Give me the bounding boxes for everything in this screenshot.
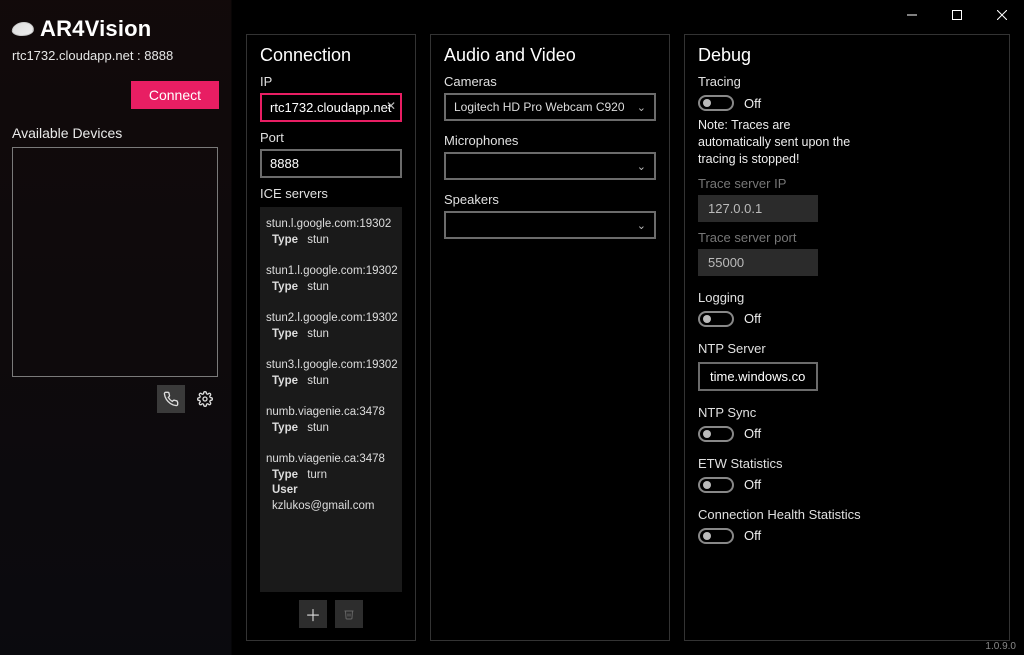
debug-panel: Debug Tracing Off Note: Traces are autom… xyxy=(684,34,1010,641)
main-content: Connection IP ✕ Port ICE servers stun.l.… xyxy=(232,0,1024,655)
ntp-sync-toggle[interactable] xyxy=(698,426,734,442)
ntp-sync-label: NTP Sync xyxy=(698,405,996,420)
ice-server-item[interactable]: numb.viagenie.ca:3478Type turnUser kzluk… xyxy=(266,452,396,514)
ip-input[interactable] xyxy=(260,93,402,122)
tracing-toggle[interactable] xyxy=(698,95,734,111)
debug-title: Debug xyxy=(698,45,996,66)
logging-label: Logging xyxy=(698,290,996,305)
etw-label: ETW Statistics xyxy=(698,456,996,471)
ice-server-item[interactable]: numb.viagenie.ca:3478Type stun xyxy=(266,405,396,436)
call-icon[interactable] xyxy=(157,385,185,413)
av-title: Audio and Video xyxy=(444,45,656,66)
chevron-down-icon: ⌄ xyxy=(637,160,646,173)
port-label: Port xyxy=(260,130,402,145)
logging-state: Off xyxy=(744,311,761,326)
app-title: AR4Vision xyxy=(40,16,151,42)
chs-state: Off xyxy=(744,528,761,543)
ice-server-item[interactable]: stun3.l.google.com:19302Type stun xyxy=(266,358,396,389)
tracing-note: Note: Traces are automatically sent upon… xyxy=(698,117,858,168)
logging-toggle[interactable] xyxy=(698,311,734,327)
cameras-label: Cameras xyxy=(444,74,656,89)
ntp-sync-state: Off xyxy=(744,426,761,441)
ntp-server-label: NTP Server xyxy=(698,341,996,356)
tracing-label: Tracing xyxy=(698,74,996,89)
app-logo-icon xyxy=(11,22,35,36)
server-subline: rtc1732.cloudapp.net : 8888 xyxy=(12,48,219,63)
connection-title: Connection xyxy=(260,45,402,66)
ice-server-item[interactable]: stun2.l.google.com:19302Type stun xyxy=(266,311,396,342)
etw-state: Off xyxy=(744,477,761,492)
etw-toggle[interactable] xyxy=(698,477,734,493)
ice-label: ICE servers xyxy=(260,186,402,201)
clear-icon[interactable]: ✕ xyxy=(386,99,396,113)
ip-label: IP xyxy=(260,74,402,89)
tracing-state: Off xyxy=(744,96,761,111)
chs-toggle[interactable] xyxy=(698,528,734,544)
available-devices-label: Available Devices xyxy=(12,125,219,141)
chs-label: Connection Health Statistics xyxy=(698,507,996,522)
connect-button[interactable]: Connect xyxy=(131,81,219,109)
window-controls xyxy=(889,0,1024,30)
ntp-server-input[interactable] xyxy=(698,362,818,391)
chevron-down-icon: ⌄ xyxy=(637,101,646,114)
speakers-label: Speakers xyxy=(444,192,656,207)
ice-server-item[interactable]: stun1.l.google.com:19302Type stun xyxy=(266,264,396,295)
trace-port-input[interactable] xyxy=(698,249,818,276)
trace-ip-label: Trace server IP xyxy=(698,176,996,191)
maximize-button[interactable] xyxy=(934,0,979,30)
ice-server-item[interactable]: stun.l.google.com:19302Type stun xyxy=(266,217,396,248)
sidebar: AR4Vision rtc1732.cloudapp.net : 8888 Co… xyxy=(0,0,232,655)
port-input[interactable] xyxy=(260,149,402,178)
ice-servers-list[interactable]: stun.l.google.com:19302Type stun stun1.l.… xyxy=(260,207,402,592)
audio-video-panel: Audio and Video Cameras Logitech HD Pro … xyxy=(430,34,670,641)
microphone-select[interactable]: ⌄ xyxy=(444,152,656,180)
close-button[interactable] xyxy=(979,0,1024,30)
camera-select[interactable]: Logitech HD Pro Webcam C920 ⌄ xyxy=(444,93,656,121)
connection-panel: Connection IP ✕ Port ICE servers stun.l.… xyxy=(246,34,416,641)
microphones-label: Microphones xyxy=(444,133,656,148)
settings-icon[interactable] xyxy=(191,385,219,413)
speaker-select[interactable]: ⌄ xyxy=(444,211,656,239)
trace-port-label: Trace server port xyxy=(698,230,996,245)
add-ice-button[interactable]: ＋ xyxy=(299,600,327,628)
available-devices-list[interactable] xyxy=(12,147,218,377)
minimize-button[interactable] xyxy=(889,0,934,30)
delete-ice-button[interactable] xyxy=(335,600,363,628)
camera-selected: Logitech HD Pro Webcam C920 xyxy=(454,100,625,114)
version-label: 1.0.9.0 xyxy=(985,641,1016,652)
chevron-down-icon: ⌄ xyxy=(637,219,646,232)
trace-ip-input[interactable] xyxy=(698,195,818,222)
